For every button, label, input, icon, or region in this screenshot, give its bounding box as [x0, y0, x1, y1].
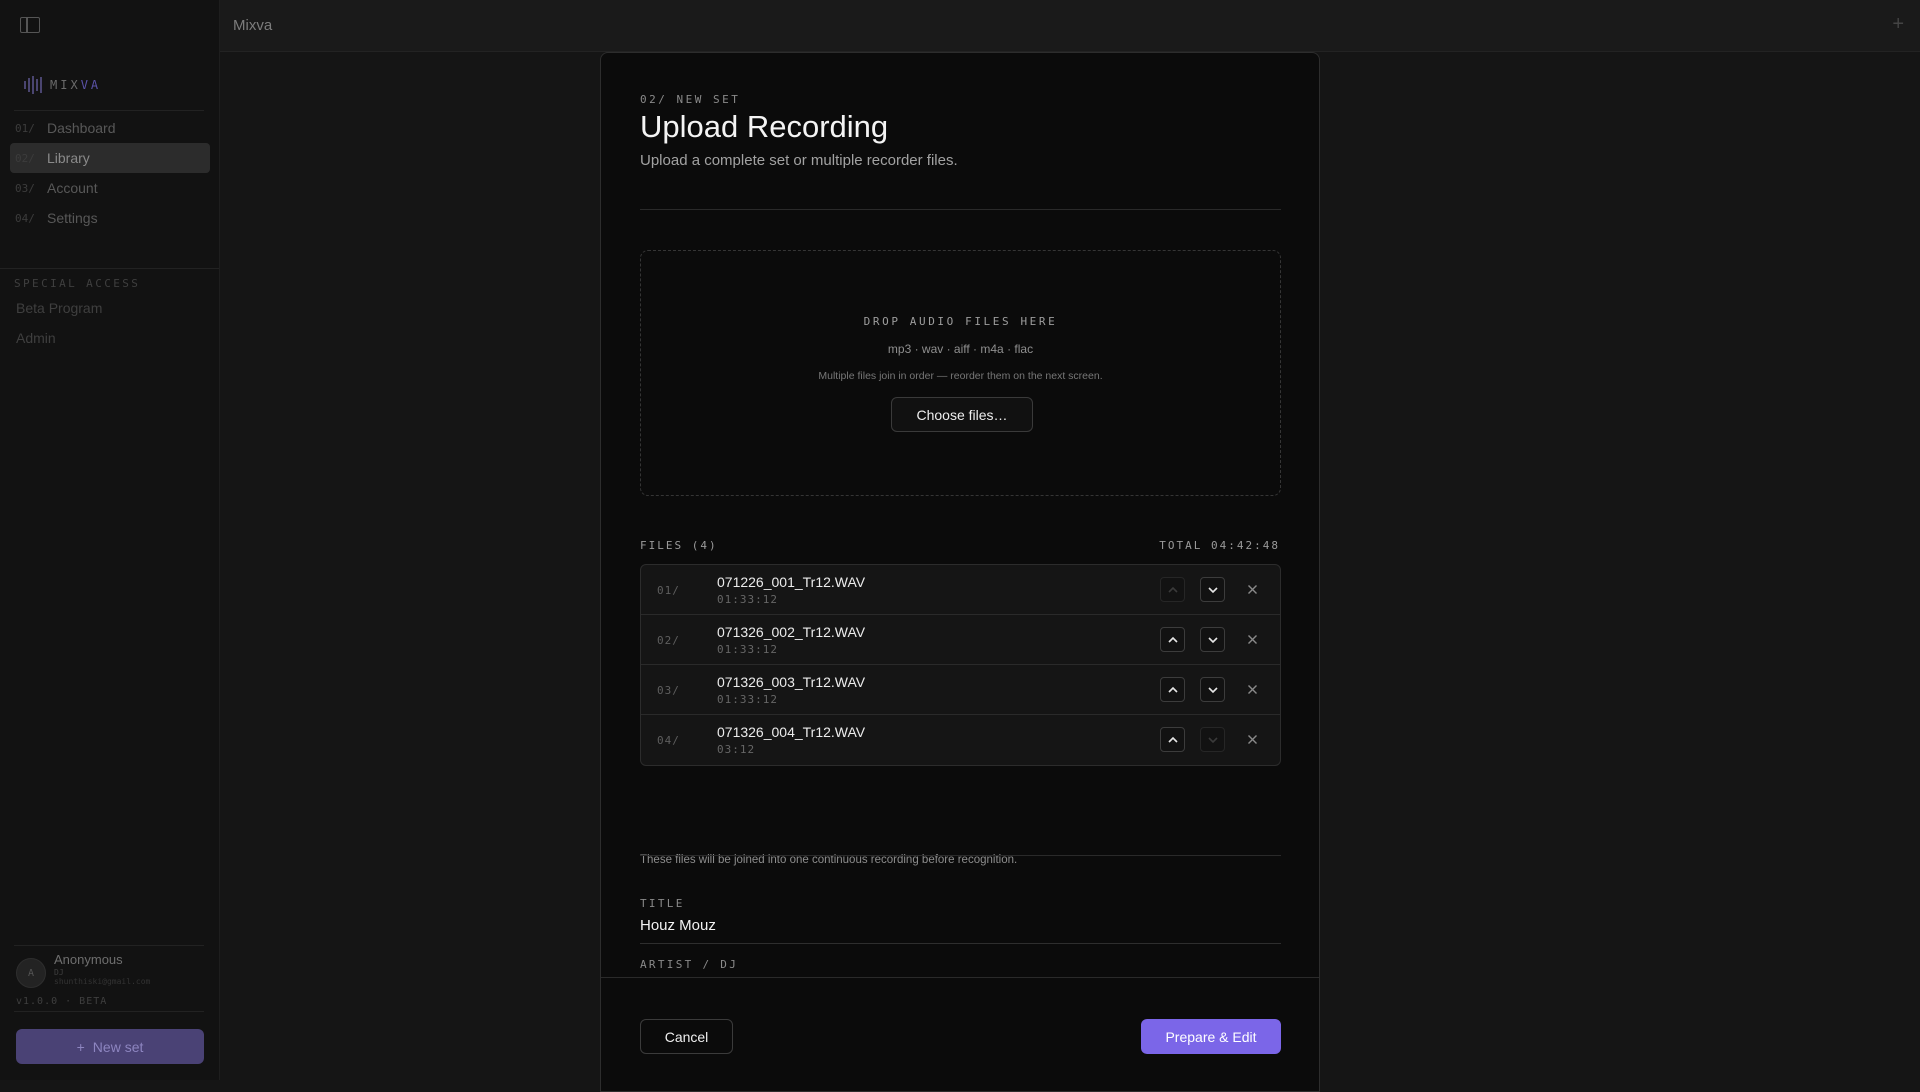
modal-title: Upload Recording: [640, 109, 889, 144]
file-duration: 01:33:12: [717, 643, 778, 656]
new-set-label: New set: [92, 1038, 144, 1055]
title-field-label: TITLE: [640, 897, 685, 910]
file-index: 02/: [657, 634, 680, 647]
nav-item-number: 03/: [15, 181, 35, 195]
user-profile[interactable]: A Anonymous DJ shunthiski@gmail.com: [16, 952, 150, 988]
choose-files-button[interactable]: Choose files…: [891, 397, 1033, 432]
chevron-down-icon: [1207, 686, 1218, 693]
close-icon: [1248, 635, 1257, 644]
divider: [14, 1011, 204, 1012]
nav-item-library[interactable]: 02/ Library: [10, 143, 210, 173]
plus-icon: +: [76, 1038, 85, 1055]
file-name: 071326_004_Tr12.WAV: [717, 724, 866, 740]
files-total-label: TOTAL 04:42:48: [1159, 539, 1280, 552]
remove-file-button[interactable]: [1240, 727, 1265, 752]
nav-item-account[interactable]: 03/ Account: [10, 173, 210, 203]
move-up-button[interactable]: [1160, 627, 1185, 652]
chevron-down-icon: [1207, 736, 1218, 743]
modal-subtitle: Upload a complete set or multiple record…: [640, 152, 958, 169]
cancel-button[interactable]: Cancel: [640, 1019, 733, 1054]
artist-field-label: ARTIST / DJ: [640, 958, 739, 971]
file-row: 01/ 071226_001_Tr12.WAV 01:33:12: [641, 565, 1280, 615]
nav-item-label: Dashboard: [47, 120, 116, 136]
move-down-button[interactable]: [1200, 577, 1225, 602]
chevron-down-icon: [1207, 636, 1218, 643]
remove-file-button[interactable]: [1240, 677, 1265, 702]
logo-text-prefix: MIX: [50, 78, 81, 92]
chevron-up-icon: [1167, 686, 1178, 693]
file-index: 04/: [657, 734, 680, 747]
nav-item-label: Account: [47, 180, 98, 196]
move-down-button[interactable]: [1200, 727, 1225, 752]
close-icon: [1248, 685, 1257, 694]
file-name: 071226_001_Tr12.WAV: [717, 574, 866, 590]
version-label: v1.0.0 · BETA: [16, 996, 108, 1007]
chevron-up-icon: [1167, 736, 1178, 743]
file-row: 03/ 071326_003_Tr12.WAV 01:33:12: [641, 665, 1280, 715]
user-email: shunthiski@gmail.com: [54, 977, 151, 986]
nav-item-beta-program[interactable]: Beta Program: [16, 300, 102, 316]
dropzone-note: Multiple files join in order — reorder t…: [818, 370, 1103, 382]
move-up-button[interactable]: [1160, 727, 1185, 752]
title-input[interactable]: Houz Mouz: [640, 917, 1281, 944]
file-name: 071326_002_Tr12.WAV: [717, 624, 866, 640]
chevron-up-icon: [1167, 636, 1178, 643]
sidebar-toggle-icon[interactable]: [20, 17, 40, 33]
remove-file-button[interactable]: [1240, 577, 1265, 602]
file-index: 03/: [657, 684, 680, 697]
nav-item-number: 01/: [15, 121, 35, 135]
user-name: Anonymous: [54, 952, 123, 967]
file-row: 04/ 071326_004_Tr12.WAV 03:12: [641, 715, 1280, 765]
file-index: 01/: [657, 584, 680, 597]
dropzone-title: DROP AUDIO FILES HERE: [863, 315, 1058, 328]
nav-item-dashboard[interactable]: 01/ Dashboard: [10, 113, 210, 143]
new-set-button[interactable]: + New set: [16, 1029, 204, 1064]
waveform-icon: [24, 76, 42, 94]
files-count-label: FILES (4): [640, 539, 718, 552]
divider: [640, 855, 1281, 856]
close-icon: [1248, 735, 1257, 744]
divider: [14, 110, 204, 111]
nav-item-label: Settings: [47, 210, 98, 226]
nav-item-number: 04/: [15, 211, 35, 225]
close-icon: [1248, 585, 1257, 594]
prepare-edit-button[interactable]: Prepare & Edit: [1141, 1019, 1281, 1054]
file-duration: 03:12: [717, 743, 756, 756]
avatar: A: [16, 958, 46, 988]
logo: MIXVA: [24, 76, 101, 94]
file-name: 071326_003_Tr12.WAV: [717, 674, 866, 690]
nav-item-number: 02/: [15, 151, 35, 165]
modal-footer: Cancel Prepare & Edit: [601, 977, 1319, 1091]
top-bar: Mixva +: [220, 0, 1920, 52]
nav-item-label: Library: [47, 150, 90, 166]
nav-item-admin[interactable]: Admin: [16, 330, 56, 346]
add-tab-icon[interactable]: +: [1892, 13, 1904, 36]
move-up-button[interactable]: [1160, 677, 1185, 702]
chevron-up-icon: [1167, 586, 1178, 593]
sidebar: MIXVA 01/ Dashboard 02/ Library 03/ Acco…: [0, 0, 220, 1080]
upload-modal: 02/ NEW SET Upload Recording Upload a co…: [600, 52, 1320, 1092]
main-nav: 01/ Dashboard 02/ Library 03/ Account 04…: [10, 113, 210, 233]
app-title: Mixva: [233, 17, 273, 34]
chevron-down-icon: [1207, 586, 1218, 593]
move-down-button[interactable]: [1200, 627, 1225, 652]
file-duration: 01:33:12: [717, 693, 778, 706]
move-down-button[interactable]: [1200, 677, 1225, 702]
divider: [640, 209, 1281, 210]
modal-eyebrow: 02/ NEW SET: [640, 93, 741, 106]
file-duration: 01:33:12: [717, 593, 778, 606]
move-up-button[interactable]: [1160, 577, 1185, 602]
dropzone-formats: mp3 · wav · aiff · m4a · flac: [887, 342, 1034, 356]
nav-item-settings[interactable]: 04/ Settings: [10, 203, 210, 233]
special-access-label: SPECIAL ACCESS: [14, 277, 141, 290]
file-dropzone[interactable]: DROP AUDIO FILES HERE mp3 · wav · aiff ·…: [640, 250, 1281, 496]
logo-text-suffix: VA: [80, 78, 102, 92]
divider: [14, 945, 204, 946]
files-list: 01/ 071226_001_Tr12.WAV 01:33:12 02/ 071…: [640, 564, 1281, 766]
user-role: DJ: [54, 968, 64, 977]
divider: [0, 268, 219, 269]
remove-file-button[interactable]: [1240, 627, 1265, 652]
file-row: 02/ 071326_002_Tr12.WAV 01:33:12: [641, 615, 1280, 665]
